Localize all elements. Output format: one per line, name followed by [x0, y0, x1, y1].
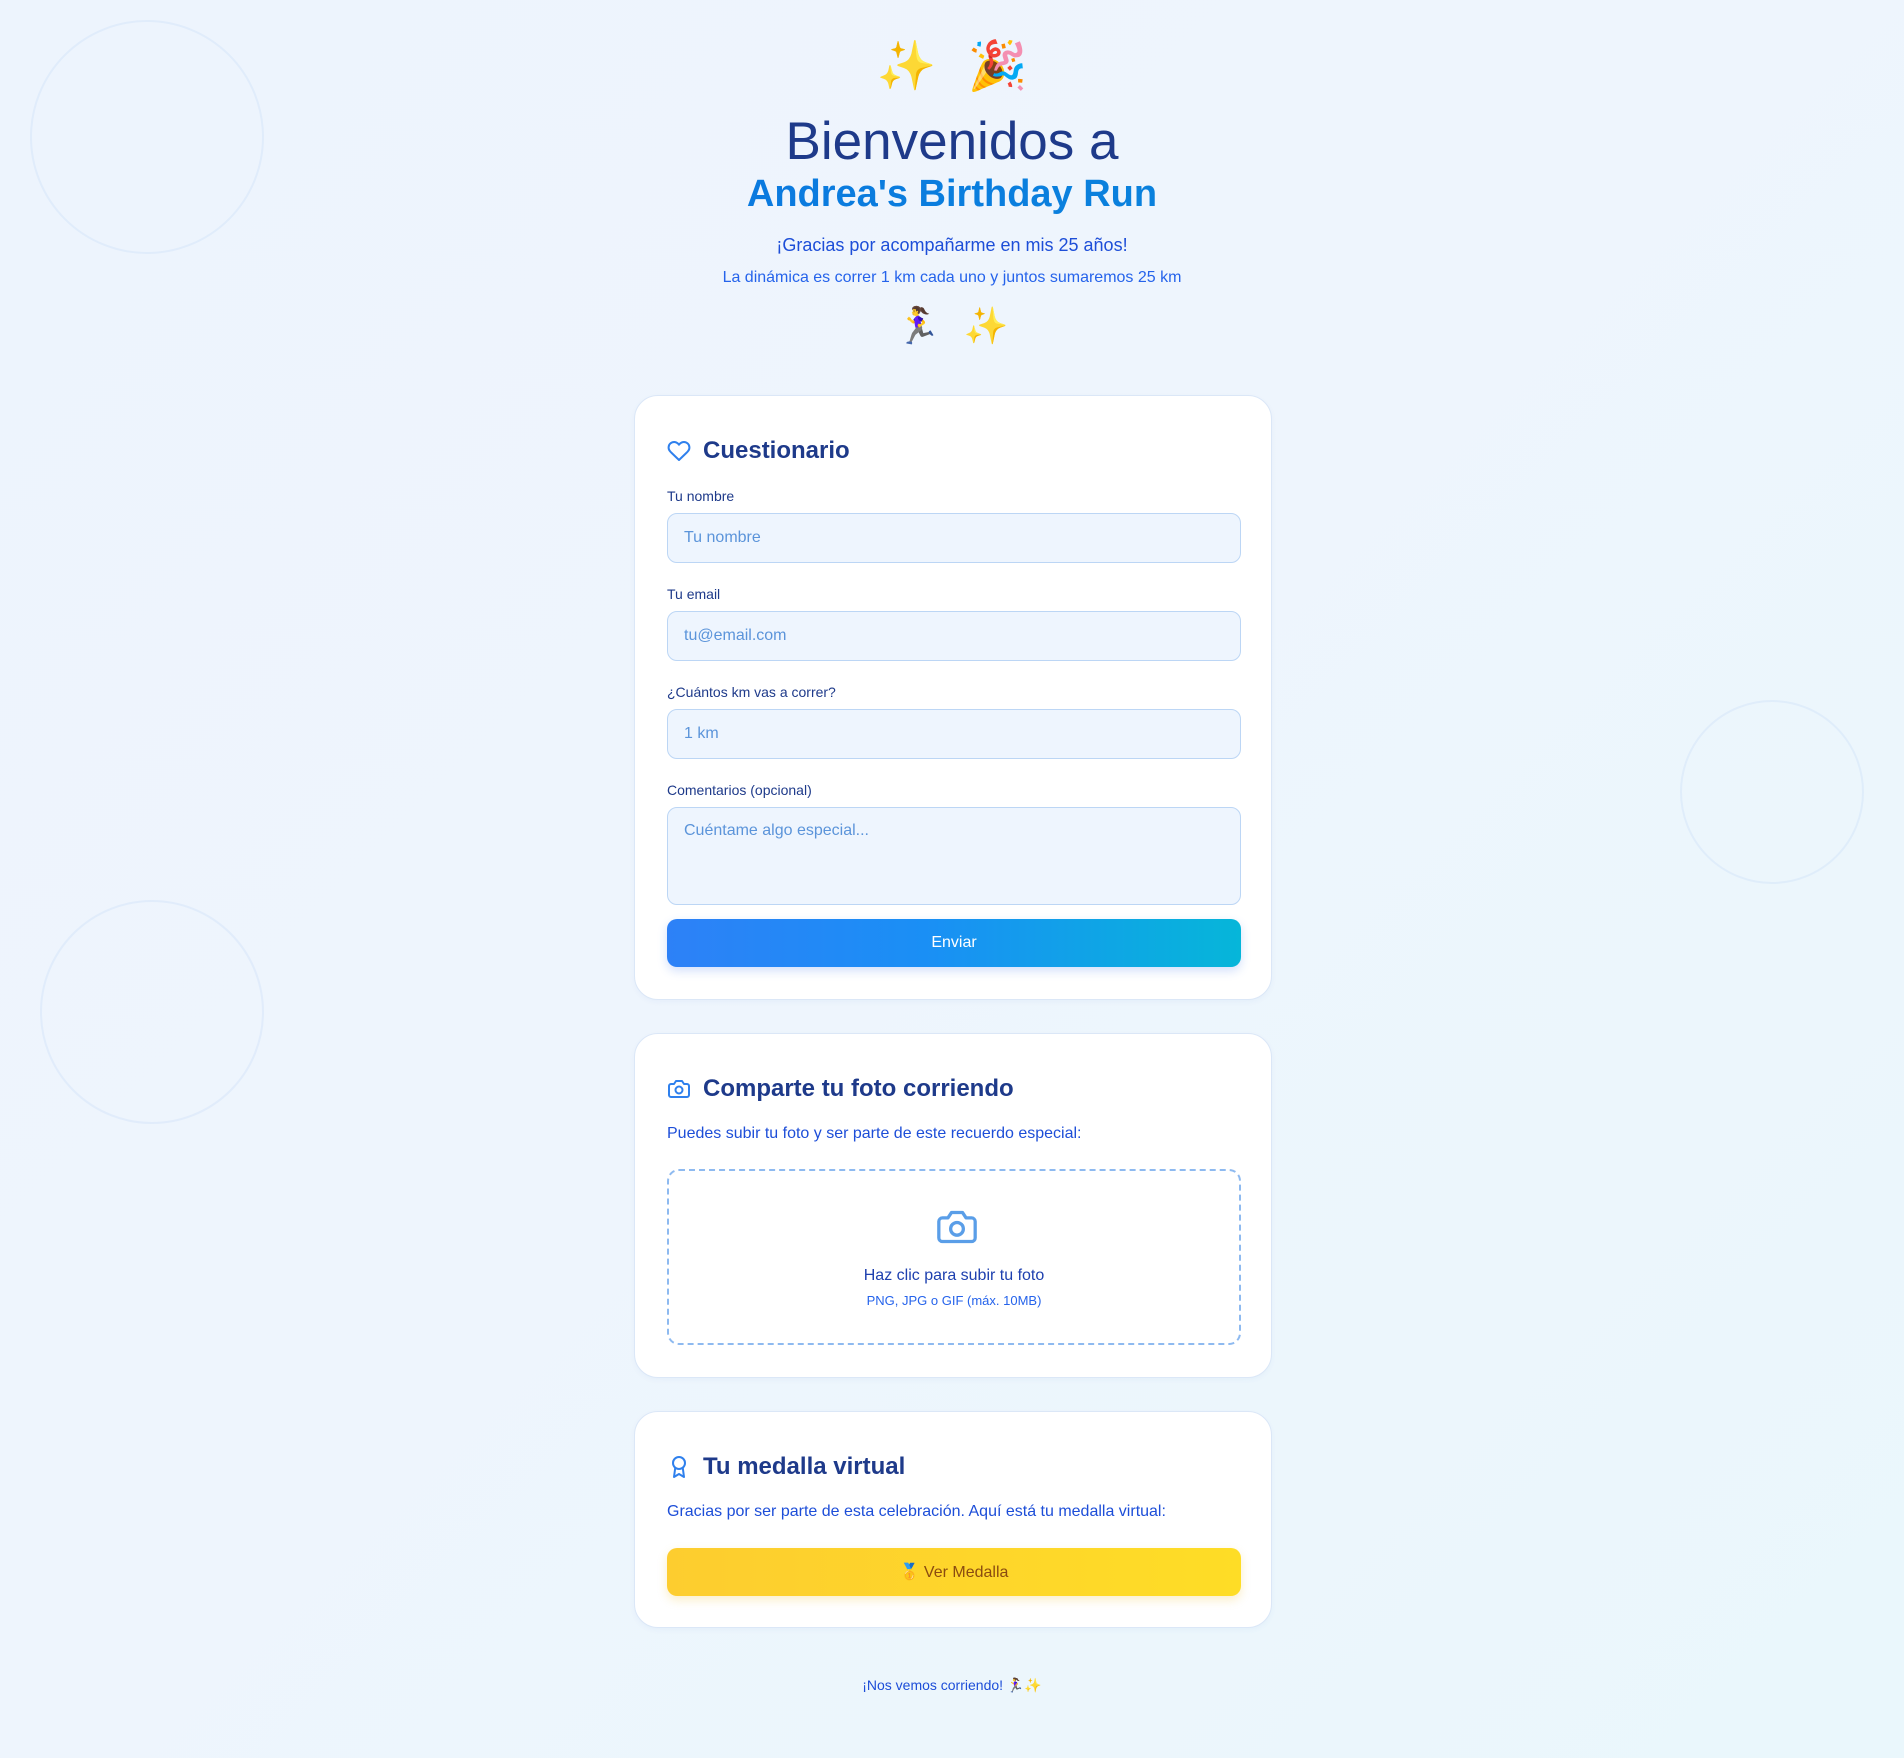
- medal-card: Tu medalla virtual Gracias por ser parte…: [634, 1411, 1272, 1628]
- photo-description: Puedes subir tu foto y ser parte de este…: [667, 1125, 1082, 1142]
- photo-header: Comparte tu foto corriendo: [667, 1072, 1014, 1106]
- photo-title: Comparte tu foto corriendo: [703, 1075, 1014, 1102]
- km-input[interactable]: [667, 709, 1241, 759]
- background-decoration-bottom-left: [40, 900, 264, 1124]
- upload-camera-icon: [935, 1207, 979, 1247]
- hero-title: Bienvenidos a: [785, 112, 1119, 171]
- questionnaire-header: Cuestionario: [667, 434, 850, 468]
- hero-thanks-text: ¡Gracias por acompañarme en mis 25 años!: [776, 235, 1128, 255]
- footer-text: ¡Nos vemos corriendo! 🏃‍♀️✨: [862, 1677, 1042, 1693]
- email-input[interactable]: [667, 611, 1241, 661]
- km-label: ¿Cuántos km vas a correr?: [667, 684, 836, 700]
- party-popper-icon: 🎉: [967, 38, 1028, 94]
- hero-top-emojis: ✨ 🎉: [0, 36, 1904, 96]
- hero-subtitle: Andrea's Birthday Run: [0, 170, 1904, 218]
- photo-card: Comparte tu foto corriendo Puedes subir …: [634, 1033, 1272, 1378]
- photo-upload-dropzone[interactable]: Haz clic para subir tu foto PNG, JPG o G…: [667, 1169, 1241, 1345]
- heart-icon: [667, 439, 691, 463]
- medal-title: Tu medalla virtual: [703, 1453, 906, 1480]
- medal-header: Tu medalla virtual: [667, 1450, 905, 1484]
- comments-label: Comentarios (opcional): [667, 782, 812, 798]
- questionnaire-title: Cuestionario: [703, 437, 850, 464]
- comments-textarea[interactable]: [667, 807, 1241, 905]
- medal-description: Gracias por ser parte de esta celebració…: [667, 1503, 1166, 1520]
- background-decoration-right: [1680, 700, 1864, 884]
- upload-hint: PNG, JPG o GIF (máx. 10MB): [866, 1293, 1042, 1308]
- camera-icon: [667, 1077, 691, 1101]
- email-label: Tu email: [667, 586, 721, 602]
- award-icon: [667, 1455, 691, 1479]
- hero-dynamics-text: La dinámica es correr 1 km cada uno y ju…: [722, 269, 1182, 286]
- submit-button[interactable]: Enviar: [667, 919, 1241, 967]
- name-label: Tu nombre: [667, 488, 735, 504]
- name-input[interactable]: [667, 513, 1241, 563]
- upload-label: Haz clic para subir tu foto: [863, 1267, 1045, 1284]
- questionnaire-card: Cuestionario Tu nombre Tu email ¿Cuántos…: [634, 395, 1272, 1000]
- view-medal-button[interactable]: 🥇 Ver Medalla: [667, 1548, 1241, 1596]
- sparkles-icon: ✨: [963, 306, 1009, 347]
- runner-icon: 🏃‍♀️: [895, 306, 941, 347]
- hero-mid-emojis: 🏃‍♀️ ✨: [0, 304, 1904, 350]
- sparkles-icon: ✨: [876, 38, 937, 94]
